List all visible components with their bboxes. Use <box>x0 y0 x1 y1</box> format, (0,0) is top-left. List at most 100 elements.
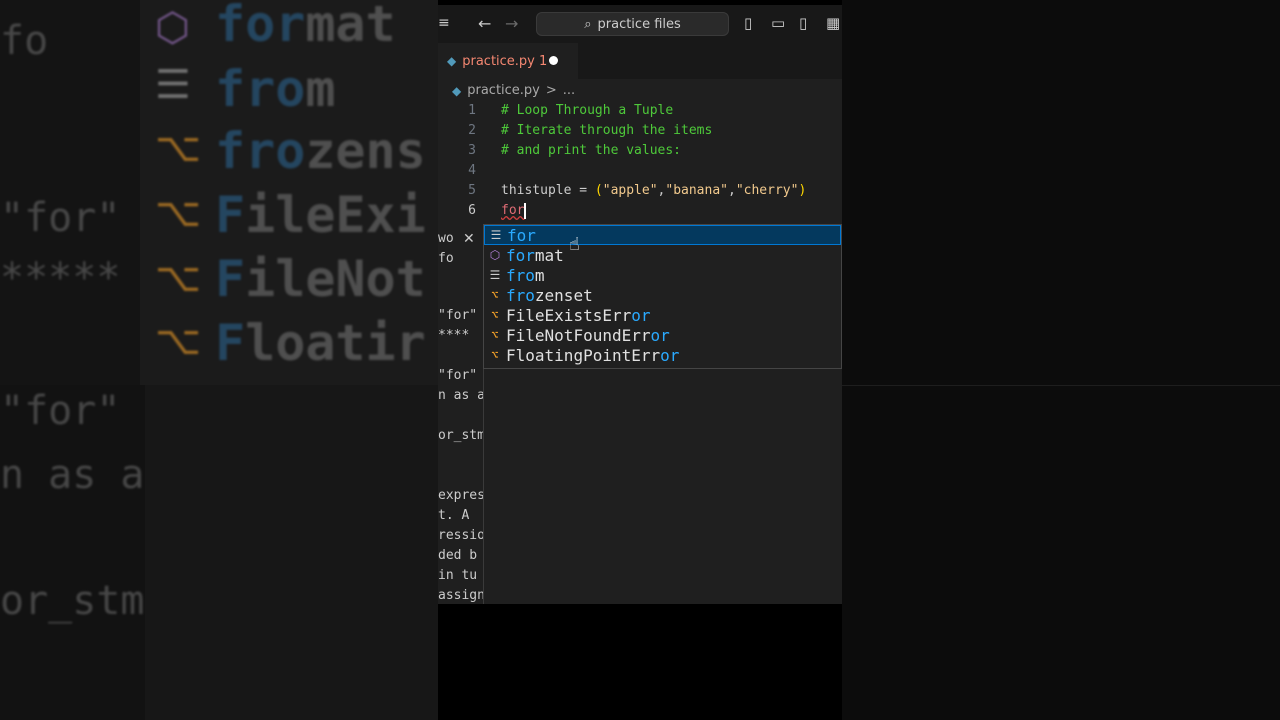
zoomed-method-icon: ⬡ <box>155 5 190 51</box>
toggle-secondary-sidebar-icon[interactable]: ▯ <box>799 14 807 32</box>
zoomed-item: Floatir <box>215 314 426 372</box>
code-line: 5 thistuple = ("apple","banana","cherry"… <box>438 181 842 201</box>
zoomed-item: format <box>215 0 396 53</box>
suggestion-item-from[interactable]: ☰ from <box>484 265 841 285</box>
hover-doc-text: expres <box>438 488 484 503</box>
code-comment: # Loop Through a Tuple <box>501 103 674 118</box>
class-icon: ⌥ <box>491 308 499 322</box>
code-text: for <box>501 201 527 221</box>
code-line: 3 # and print the values: <box>438 141 842 161</box>
zoomed-text: n as a <box>0 452 145 498</box>
tab-practice-py[interactable]: ◆ practice.py 1 <box>438 43 578 79</box>
zoomed-class-icon: ⌥ <box>155 190 202 236</box>
background-left: fo "for" ***** "for" n as a or_stm ⬡ for… <box>0 0 438 720</box>
search-label: practice files <box>597 16 681 32</box>
suggestion-label: for <box>507 225 536 245</box>
suggestion-label: from <box>506 265 545 285</box>
line-number: 4 <box>468 163 476 178</box>
hand-pointer-icon: ☝ <box>569 234 580 255</box>
python-file-icon: ◆ <box>447 54 457 68</box>
menu-icon[interactable]: ≡ <box>438 15 450 31</box>
suggestion-item-format[interactable]: ⬡ format <box>484 245 841 265</box>
hover-doc-text: ressio <box>438 528 484 543</box>
hover-doc-text: fo <box>438 251 454 266</box>
search-icon: ⌕ <box>584 16 592 32</box>
hover-doc-text: "for" <box>438 368 478 383</box>
keyword-icon: ☰ <box>490 228 502 242</box>
typed-keyword: for <box>501 203 525 218</box>
unsaved-dot-icon[interactable] <box>549 56 558 65</box>
code-line: 1 # Loop Through a Tuple <box>438 101 842 121</box>
suggestion-label: FileExistsError <box>506 305 651 325</box>
zoomed-item: FileNot <box>215 250 426 308</box>
breadcrumb[interactable]: ◆ practice.py > ... <box>452 83 575 98</box>
hover-doc-text: ded b <box>438 548 478 563</box>
toggle-primary-sidebar-icon[interactable]: ▯ <box>744 14 752 32</box>
line-number: 3 <box>468 143 476 158</box>
line-number: 2 <box>468 123 476 138</box>
function-icon: ⬡ <box>489 248 501 262</box>
zoomed-item: FileExi <box>215 186 426 244</box>
hover-doc-text: "for" <box>438 308 478 323</box>
zoomed-item: frozens <box>215 122 426 180</box>
zoomed-text: ***** <box>0 255 121 301</box>
suggestion-item-floatingpointerror[interactable]: ⌥ FloatingPointError <box>484 345 841 365</box>
command-center-search[interactable]: ⌕ practice files <box>536 12 729 36</box>
suggestion-widget[interactable]: ☰ for ⬡ format ☰ from ⌥ frozenset ⌥ File… <box>483 224 842 369</box>
suggestion-label: FileNotFoundError <box>506 325 670 345</box>
zoomed-class-icon: ⌥ <box>155 125 202 171</box>
zoomed-class-icon: ⌥ <box>155 318 202 364</box>
tab-label: practice.py 1 <box>462 53 548 69</box>
code-line: 4 <box>438 161 842 181</box>
breadcrumb-file[interactable]: practice.py <box>467 83 540 98</box>
hover-doc-text: or_stm <box>438 428 484 443</box>
zoomed-text: fo <box>0 18 49 64</box>
code-text: thistuple = ("apple","banana","cherry") <box>501 183 807 198</box>
zoomed-text: "for" <box>0 195 121 241</box>
line-number: 1 <box>468 103 476 118</box>
line-number: 6 <box>468 203 476 218</box>
suggestion-item-fileexistserror[interactable]: ⌥ FileExistsError <box>484 305 841 325</box>
suggestion-label: frozenset <box>506 285 593 305</box>
code-line: 2 # Iterate through the items <box>438 121 842 141</box>
hover-doc-text: assign <box>438 588 484 603</box>
editor-window: ≡ ← → ⌕ practice files ▯ ▭ ▯ ▦ ◆ practic… <box>438 5 842 604</box>
zoomed-item: from <box>215 60 336 118</box>
class-icon: ⌥ <box>491 288 499 302</box>
close-icon[interactable]: ✕ <box>463 231 475 247</box>
toggle-panel-icon[interactable]: ▭ <box>771 14 785 32</box>
python-file-icon: ◆ <box>452 83 462 98</box>
zoomed-lower-panel <box>145 385 438 720</box>
tab-bar: ◆ practice.py 1 <box>438 43 842 79</box>
zoomed-keyword-icon: ☰ <box>155 62 191 108</box>
suggestion-item-for[interactable]: ☰ for <box>484 225 841 245</box>
background-divider <box>842 385 1280 386</box>
breadcrumb-more[interactable]: ... <box>563 83 575 98</box>
code-line-active: 6 for <box>438 201 842 221</box>
zoomed-text: "for" <box>0 388 121 434</box>
forward-arrow-icon[interactable]: → <box>505 14 518 33</box>
hover-doc-text: in tu <box>438 568 478 583</box>
keyword-icon: ☰ <box>489 268 501 282</box>
line-number: 5 <box>468 183 476 198</box>
hover-doc-text: n as a <box>438 388 484 403</box>
class-icon: ⌥ <box>491 328 499 342</box>
back-arrow-icon[interactable]: ← <box>478 14 491 33</box>
customize-layout-icon[interactable]: ▦ <box>826 14 840 32</box>
zoomed-text: or_stm <box>0 578 145 624</box>
background-right <box>842 0 1280 720</box>
zoomed-class-icon: ⌥ <box>155 255 202 301</box>
suggestion-label: format <box>506 245 564 265</box>
hover-doc-text: **** <box>438 328 470 343</box>
hover-doc-panel: wo fo "for" **** "for" n as a or_stm exp… <box>438 228 484 604</box>
code-comment: # Iterate through the items <box>501 123 713 138</box>
class-icon: ⌥ <box>491 348 499 362</box>
hover-doc-text: t. A <box>438 508 470 523</box>
title-bar: ≡ ← → ⌕ practice files ▯ ▭ ▯ ▦ <box>438 5 842 43</box>
code-comment: # and print the values: <box>501 143 682 158</box>
hover-doc-text: wo <box>438 231 454 246</box>
suggestion-label: FloatingPointError <box>506 345 680 365</box>
suggestion-item-filenotfounderror[interactable]: ⌥ FileNotFoundError <box>484 325 841 345</box>
text-cursor <box>524 202 527 219</box>
suggestion-item-frozenset[interactable]: ⌥ frozenset <box>484 285 841 305</box>
